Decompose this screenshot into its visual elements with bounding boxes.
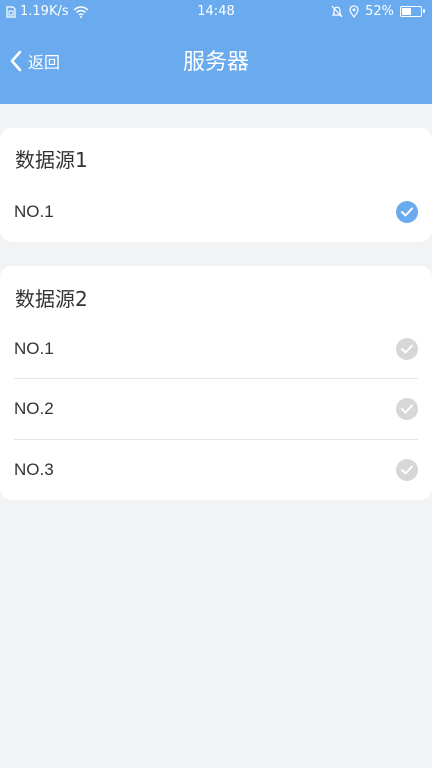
group-title: 数据源2 xyxy=(15,287,88,311)
battery-percent: 52% xyxy=(365,4,394,19)
status-bar: 1.19K/s 14:48 52% xyxy=(0,0,432,24)
check-circle-icon[interactable] xyxy=(396,398,418,420)
data-source-1-card: 数据源1 NO.1 xyxy=(0,128,432,242)
list-item-label: NO.3 xyxy=(14,460,54,479)
list-item-label: NO.2 xyxy=(14,399,54,418)
bell-mute-icon xyxy=(331,5,343,18)
group-title: 数据源1 xyxy=(15,148,88,172)
list-item-label: NO.1 xyxy=(14,339,54,358)
data-source-2-card: 数据源2 NO.1 NO.2 NO.3 xyxy=(0,266,432,500)
list-item-label: NO.1 xyxy=(14,202,54,221)
check-circle-icon[interactable] xyxy=(396,338,418,360)
list-item[interactable]: NO.1 xyxy=(14,319,418,379)
check-circle-icon[interactable] xyxy=(396,201,418,223)
list-item[interactable]: NO.3 xyxy=(14,440,418,500)
check-circle-icon[interactable] xyxy=(396,459,418,481)
list-item[interactable]: NO.1 xyxy=(14,182,418,242)
battery-icon xyxy=(400,6,425,17)
page-title: 服务器 xyxy=(182,50,249,75)
battery-level xyxy=(402,8,411,15)
location-pin-icon xyxy=(349,5,359,18)
header: 1.19K/s 14:48 52% 返回 服务器 xyxy=(0,0,432,104)
status-right: 52% xyxy=(331,4,425,19)
navigation-bar: 返回 服务器 xyxy=(0,24,432,104)
list-item[interactable]: NO.2 xyxy=(14,379,418,439)
